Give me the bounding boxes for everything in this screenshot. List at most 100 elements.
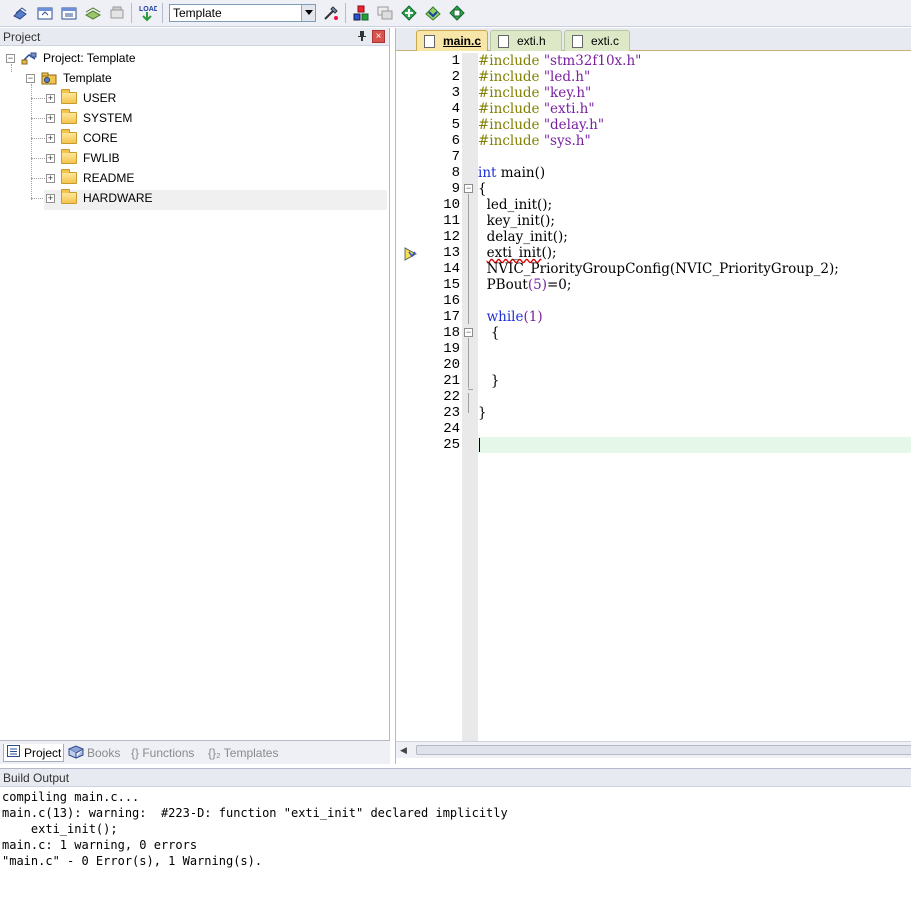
line-number: 5	[451, 117, 460, 133]
code-token: #include	[478, 69, 540, 85]
code-token: "sys.h"	[543, 133, 591, 149]
output-line: main.c: 1 warning, 0 errors	[2, 838, 198, 852]
code-token: "delay.h"	[543, 117, 605, 133]
text-caret	[479, 438, 480, 452]
tab-templates[interactable]: {}₂ Templates	[208, 744, 286, 762]
warning-squiggle[interactable]: exti_init	[487, 245, 542, 261]
tree-item-target[interactable]: − Template	[26, 68, 112, 88]
line-number: 24	[443, 421, 460, 437]
code-line: delay_init();	[478, 229, 568, 245]
build-output-title: Build Output	[3, 771, 70, 785]
line-number: 11	[443, 213, 460, 229]
output-line: "main.c" - 0 Error(s), 1 Warning(s).	[2, 854, 263, 868]
batch-build-icon[interactable]	[83, 3, 103, 23]
code-line: exti_init();	[478, 245, 557, 261]
close-icon[interactable]: ×	[372, 30, 385, 43]
file-icon	[572, 34, 583, 48]
warning-marker-icon[interactable]	[403, 246, 419, 265]
horizontal-scrollbar[interactable]: ◀	[396, 741, 911, 758]
expand-icon[interactable]: +	[46, 133, 55, 143]
code-token: =0;	[546, 277, 572, 293]
project-tab-icon	[7, 745, 20, 760]
tree-item-group[interactable]: + HARDWARE	[46, 188, 153, 208]
expand-icon[interactable]: +	[46, 153, 55, 163]
fold-margin	[462, 53, 478, 741]
editor-pane: main.c exti.h exti.c 1 2 3 4 5 6 7 8 9 1…	[395, 28, 911, 764]
folder-icon	[61, 149, 77, 164]
line-number: 3	[451, 85, 460, 101]
tab-exti-h[interactable]: exti.h	[490, 30, 562, 51]
file-extensions-icon[interactable]	[375, 3, 395, 23]
line-number: 19	[443, 341, 460, 357]
tab-exti-c[interactable]: exti.c	[564, 30, 630, 51]
output-line[interactable]: main.c(13): warning: #223-D: function "e…	[2, 805, 508, 821]
download-load-icon[interactable]: LOAD	[137, 3, 157, 23]
collapse-icon[interactable]: −	[6, 53, 15, 63]
tree-item-group[interactable]: + README	[46, 168, 134, 188]
tree-item-group[interactable]: + SYSTEM	[46, 108, 132, 128]
code-line: #include "led.h"	[478, 69, 590, 85]
collapse-icon[interactable]: −	[26, 73, 35, 83]
code-token: #include	[478, 53, 540, 69]
group-label: USER	[83, 91, 117, 105]
line-number: 25	[443, 437, 460, 453]
tab-functions[interactable]: {} Functions	[131, 744, 203, 762]
target-options-icon[interactable]	[321, 3, 341, 23]
build-target-icon[interactable]	[35, 3, 55, 23]
folder-icon	[61, 89, 77, 104]
expand-icon[interactable]: +	[46, 93, 55, 103]
fold-toggle-icon[interactable]: −	[464, 328, 473, 337]
tree-item-project-root[interactable]: − Project: Template	[6, 48, 136, 68]
select-packs-icon[interactable]	[423, 3, 443, 23]
line-number: 14	[443, 261, 460, 277]
fold-toggle-icon[interactable]: −	[464, 184, 473, 193]
tab-project[interactable]: Project	[3, 744, 64, 762]
line-number: 22	[443, 389, 460, 405]
tab-main-c[interactable]: main.c	[416, 30, 488, 51]
project-panel: Project × − Project: Template − Template…	[0, 28, 390, 764]
file-icon	[498, 34, 509, 48]
code-token: "exti.h"	[543, 101, 595, 117]
stop-build-icon[interactable]	[107, 3, 127, 23]
chevron-down-icon[interactable]	[301, 5, 315, 21]
tab-books-label: Books	[87, 746, 121, 760]
group-label: SYSTEM	[83, 111, 133, 125]
code-line: int main()	[478, 165, 545, 181]
tree-item-group[interactable]: + USER	[46, 88, 116, 108]
translate-file-icon[interactable]	[10, 3, 30, 23]
line-number: 10	[443, 197, 460, 213]
expand-icon[interactable]: +	[46, 193, 55, 203]
scrollbar-thumb[interactable]	[416, 745, 911, 755]
code-line: }	[478, 405, 487, 421]
rebuild-all-icon[interactable]	[59, 3, 79, 23]
tab-main-c-label: main.c	[443, 34, 482, 48]
code-line: #include "key.h"	[478, 85, 591, 101]
expand-icon[interactable]: +	[46, 173, 55, 183]
target-select[interactable]: Template	[169, 4, 316, 22]
pin-icon[interactable]	[357, 30, 367, 45]
code-token: #include	[478, 101, 540, 117]
expand-icon[interactable]: +	[46, 113, 55, 123]
code-token: (5)	[527, 277, 547, 293]
code-line: #include "stm32f10x.h"	[478, 53, 641, 69]
code-token: ();	[541, 245, 557, 261]
manage-components-icon[interactable]	[351, 3, 371, 23]
line-number: 4	[451, 101, 460, 117]
code-line: led_init();	[478, 197, 553, 213]
software-packs-icon[interactable]	[447, 3, 467, 23]
pack-installer-icon[interactable]	[399, 3, 419, 23]
line-number: 7	[451, 149, 460, 165]
code-line: {	[478, 181, 487, 197]
line-number: 20	[443, 357, 460, 373]
tree-item-group[interactable]: + FWLIB	[46, 148, 120, 168]
tree-item-group[interactable]: + CORE	[46, 128, 118, 148]
editor-tabs: main.c exti.h exti.c	[396, 28, 911, 51]
tab-project-label: Project	[24, 745, 62, 760]
scroll-left-icon[interactable]: ◀	[400, 745, 407, 756]
code-editor[interactable]: 1 2 3 4 5 6 7 8 9 10 11 12 13 14 15 16 1…	[398, 53, 911, 741]
code-line: NVIC_PriorityGroupConfig(NVIC_PriorityGr…	[478, 261, 839, 277]
tab-books[interactable]: Books	[67, 744, 128, 762]
load-label: LOAD	[139, 6, 157, 13]
output-line: compiling main.c...	[2, 790, 140, 804]
code-line: PBout(5)=0;	[478, 277, 572, 293]
